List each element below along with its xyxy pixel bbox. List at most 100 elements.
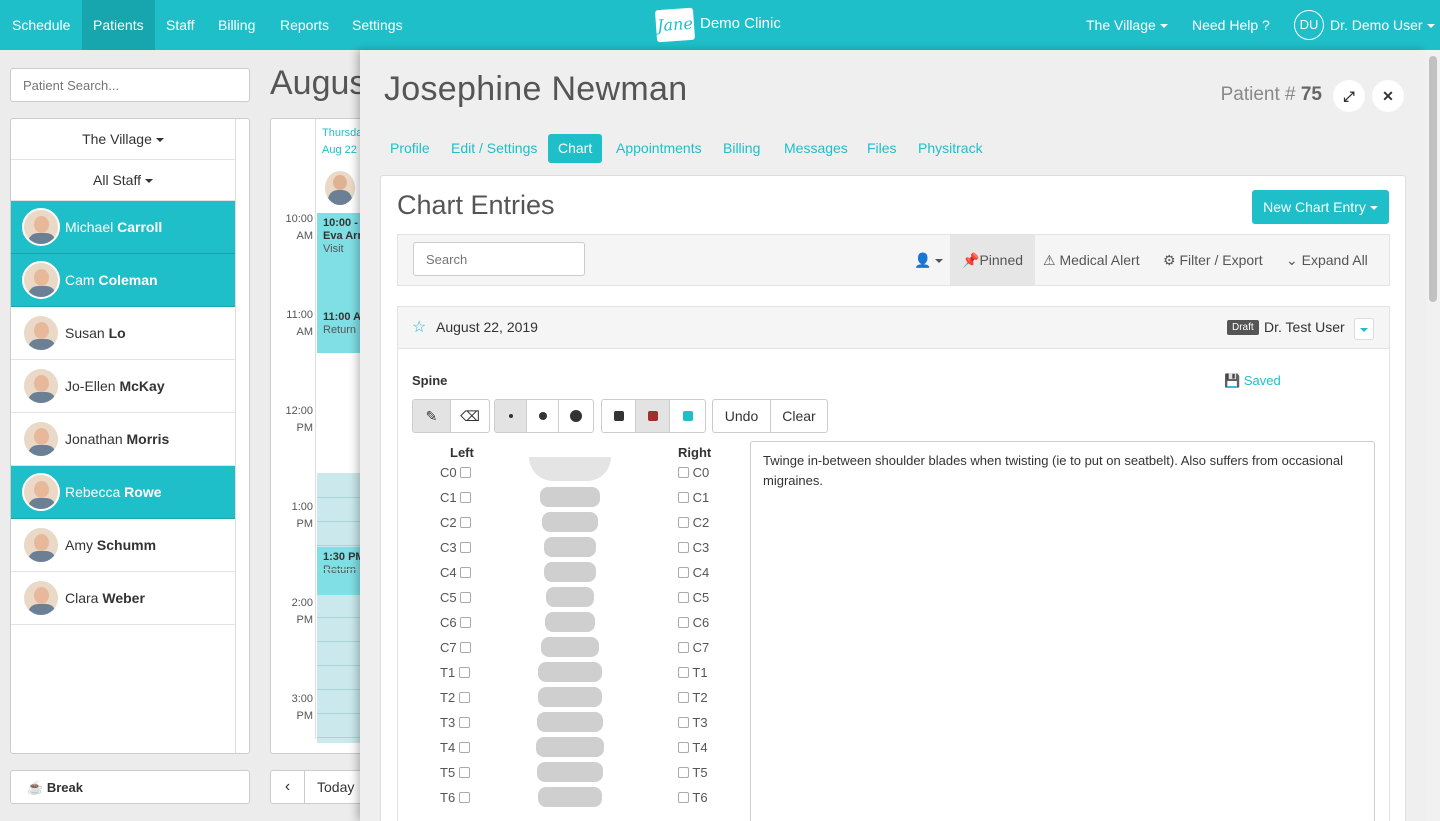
close-icon[interactable]: ✕ (1372, 80, 1404, 112)
right-checkbox[interactable] (678, 642, 689, 653)
right-checkbox[interactable] (678, 567, 689, 578)
star-icon[interactable]: ☆ (412, 317, 426, 337)
filter-export-button[interactable]: ⚙ Filter / Export (1163, 235, 1263, 285)
right-checkbox[interactable] (678, 467, 689, 478)
location-dropdown[interactable]: The Village (1086, 0, 1168, 50)
tab-chart[interactable]: Chart (548, 134, 603, 163)
page-scrollbar[interactable] (1426, 50, 1440, 821)
left-checkbox[interactable] (458, 792, 470, 803)
color-dark-button[interactable] (602, 400, 636, 432)
nav-billing[interactable]: Billing (218, 0, 255, 50)
vertebra-shape[interactable] (542, 512, 598, 532)
today-button[interactable]: Today (317, 771, 354, 803)
staff-item[interactable]: Susan Lo (11, 307, 235, 360)
nav-reports[interactable]: Reports (280, 0, 329, 50)
right-checkbox[interactable] (678, 667, 689, 678)
left-checkbox[interactable] (458, 667, 470, 678)
right-checkbox[interactable] (678, 592, 689, 603)
vertebra-shape[interactable] (529, 457, 611, 481)
right-checkbox[interactable] (678, 767, 689, 778)
nav-settings[interactable]: Settings (352, 0, 403, 50)
clear-button[interactable]: Clear (771, 400, 827, 432)
color-teal-button[interactable] (670, 400, 705, 432)
undo-button[interactable]: Undo (713, 400, 771, 432)
right-checkbox[interactable] (678, 542, 689, 553)
entry-options-dropdown[interactable] (1354, 318, 1374, 340)
break-button[interactable]: ☕ Break (10, 770, 250, 804)
tab-physitrack[interactable]: Physitrack (918, 134, 983, 163)
staff-item[interactable]: Jonathan Morris (11, 413, 235, 466)
vertebra-shape[interactable] (538, 787, 602, 807)
left-checkbox[interactable] (460, 517, 472, 528)
chart-search-input[interactable] (413, 242, 585, 276)
vertebra-shape[interactable] (536, 737, 604, 757)
staff-item[interactable]: Michael Carroll (11, 201, 235, 254)
tab-messages[interactable]: Messages (784, 134, 848, 163)
nav-patients[interactable]: Patients (82, 0, 155, 50)
day-header[interactable]: Thursda Aug 22 (322, 125, 362, 159)
right-checkbox[interactable] (678, 692, 689, 703)
staff-item[interactable]: Rebecca Rowe (11, 466, 235, 519)
vertebra-shape[interactable] (545, 612, 595, 632)
expand-all-button[interactable]: ⌄ Expand All (1286, 235, 1368, 285)
staff-item[interactable]: Amy Schumm (11, 519, 235, 572)
vertebra-shape[interactable] (544, 562, 596, 582)
vertebra-shape[interactable] (537, 762, 603, 782)
user-menu[interactable]: Dr. Demo User (1330, 0, 1435, 50)
eraser-icon[interactable]: ⌫ (451, 400, 489, 432)
tab-edit-settings[interactable]: Edit / Settings (451, 134, 537, 163)
left-checkbox[interactable] (460, 467, 472, 478)
staff-item[interactable]: Cam Coleman (11, 254, 235, 307)
pinned-filter[interactable]: 📌Pinned (950, 235, 1036, 285)
vertebra-shape[interactable] (541, 637, 599, 657)
left-checkbox[interactable] (458, 742, 470, 753)
nav-staff[interactable]: Staff (166, 0, 195, 50)
staff-item[interactable]: Clara Weber (11, 572, 235, 625)
left-checkbox[interactable] (458, 692, 470, 703)
left-checkbox[interactable] (460, 642, 472, 653)
author-filter[interactable]: 👤 (914, 235, 944, 285)
vertebra-shape[interactable] (538, 687, 602, 707)
medical-alert-filter[interactable]: ⚠ Medical Alert (1043, 235, 1140, 285)
left-checkbox[interactable] (460, 567, 472, 578)
vertebra-shape[interactable] (537, 712, 603, 732)
vertebra-shape[interactable] (540, 487, 600, 507)
brush-medium-button[interactable] (527, 400, 559, 432)
right-checkbox[interactable] (678, 517, 689, 528)
pencil-icon[interactable]: ✎ (413, 400, 451, 432)
tab-profile[interactable]: Profile (390, 134, 430, 163)
staff-item[interactable]: Jo-Ellen McKay (11, 360, 235, 413)
location-filter[interactable]: The Village (11, 119, 235, 160)
left-checkbox[interactable] (458, 767, 470, 778)
vertebra-shape[interactable] (546, 587, 594, 607)
brush-large-button[interactable] (559, 400, 593, 432)
nav-schedule[interactable]: Schedule (0, 0, 82, 50)
previous-day-button[interactable]: ‹ (271, 771, 305, 803)
right-checkbox[interactable] (678, 742, 689, 753)
vertebra-shape[interactable] (544, 537, 596, 557)
jane-logo[interactable]: Jane (654, 7, 696, 43)
expand-icon[interactable]: ⤢ (1333, 80, 1365, 112)
left-checkbox[interactable] (460, 542, 472, 553)
staff-list-scrollbar[interactable] (235, 119, 249, 753)
new-chart-entry-button[interactable]: New Chart Entry (1252, 190, 1389, 224)
right-checkbox[interactable] (678, 617, 689, 628)
patient-search-input[interactable] (10, 68, 250, 102)
chart-note-textarea[interactable]: Twinge in-between shoulder blades when t… (750, 441, 1375, 821)
left-checkbox[interactable] (460, 592, 472, 603)
right-checkbox[interactable] (678, 492, 689, 503)
help-link[interactable]: Need Help ? (1192, 0, 1270, 50)
tab-appointments[interactable]: Appointments (616, 134, 702, 163)
color-red-button[interactable] (636, 400, 670, 432)
vertebra-shape[interactable] (538, 662, 602, 682)
left-checkbox[interactable] (460, 492, 472, 503)
tab-files[interactable]: Files (867, 134, 897, 163)
right-checkbox[interactable] (678, 792, 689, 803)
tab-billing[interactable]: Billing (723, 134, 760, 163)
user-avatar[interactable]: DU (1294, 10, 1324, 40)
left-checkbox[interactable] (460, 617, 472, 628)
scrollbar-thumb[interactable] (1429, 56, 1437, 302)
right-checkbox[interactable] (678, 717, 689, 728)
left-checkbox[interactable] (458, 717, 470, 728)
brush-small-button[interactable] (495, 400, 527, 432)
